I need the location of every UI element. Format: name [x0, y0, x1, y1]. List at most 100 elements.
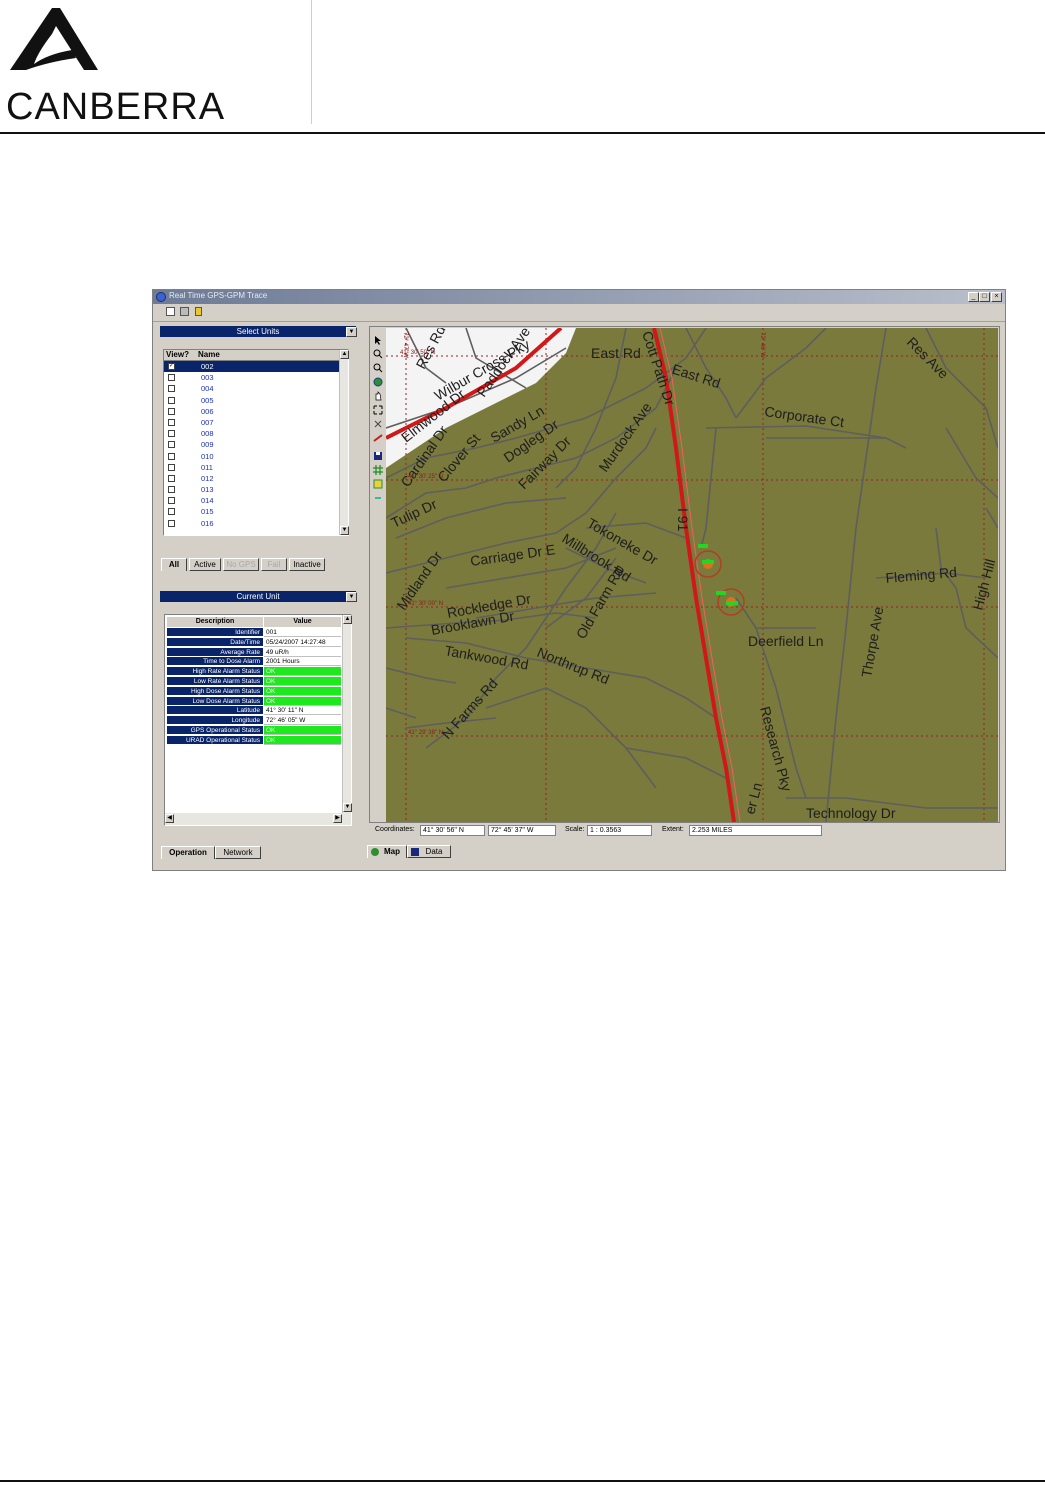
- unit-row[interactable]: 008: [164, 428, 339, 439]
- filter-tab-inactive[interactable]: Inactive: [289, 558, 325, 571]
- street-label: Technology Dr: [806, 805, 896, 821]
- unit-row[interactable]: 013: [164, 484, 339, 495]
- full-extent-icon[interactable]: [373, 416, 383, 428]
- unit-row[interactable]: ✓ 002: [164, 361, 339, 373]
- scroll-up-icon[interactable]: ▲: [343, 615, 352, 624]
- units-list[interactable]: View? Name ✓ 002 003 004 005 006 007 008 009 010 0…: [163, 349, 349, 536]
- scroll-left-icon[interactable]: ◀: [165, 814, 174, 823]
- refresh-icon[interactable]: [373, 490, 383, 500]
- unit-row[interactable]: 004: [164, 383, 339, 394]
- unit-view-checkbox[interactable]: [168, 374, 175, 382]
- map-toolstrip: [371, 328, 385, 822]
- footer-rule: [0, 1480, 1045, 1482]
- zoom-in-icon[interactable]: [373, 346, 383, 359]
- unit-row[interactable]: 005: [164, 395, 339, 406]
- tab-network[interactable]: Network: [215, 846, 261, 859]
- current-unit-hscroll[interactable]: ◀ ▶: [165, 813, 351, 825]
- unit-row[interactable]: 011: [164, 462, 339, 473]
- scroll-up-icon[interactable]: ▲: [340, 350, 349, 359]
- print-preview-icon[interactable]: [166, 307, 175, 316]
- extent-label: Extent:: [662, 826, 684, 833]
- scroll-down-icon[interactable]: ▼: [340, 526, 349, 535]
- unit-row[interactable]: 009: [164, 439, 339, 450]
- units-scrollbar[interactable]: ▲ ▼: [339, 350, 349, 535]
- property-row: High Dose Alarm Status OK: [167, 686, 342, 697]
- col-name[interactable]: Name: [198, 350, 220, 360]
- scroll-right-icon[interactable]: ▶: [333, 814, 342, 823]
- unit-view-checkbox[interactable]: [168, 497, 175, 505]
- unit-row[interactable]: 016: [164, 518, 339, 529]
- unit-view-checkbox[interactable]: [168, 519, 175, 527]
- longitude-readout: 72° 45' 37" W: [488, 825, 556, 836]
- unit-row[interactable]: 015: [164, 506, 339, 517]
- filter-tab-fail[interactable]: Fail: [261, 558, 287, 571]
- measure-icon[interactable]: [373, 430, 383, 442]
- current-unit-vscroll[interactable]: ▲ ▼: [342, 615, 352, 813]
- units-rows: ✓ 002 003 004 005 006 007 008 009 010 011 012 013 014…: [164, 361, 339, 529]
- map-canvas[interactable]: Res RdWilbur Cross PkyPaddock AveElmwood…: [386, 328, 998, 822]
- minimize-button[interactable]: _: [968, 292, 979, 302]
- property-value: 2001 Hours: [264, 657, 341, 667]
- unit-row[interactable]: 003: [164, 372, 339, 383]
- extent-icon[interactable]: [373, 402, 383, 415]
- property-value: 49 uR/h: [264, 647, 341, 657]
- filter-tab-active[interactable]: Active: [189, 558, 221, 571]
- map-status-bar: Coordinates: 41° 30' 56" N 72° 45' 37" W…: [369, 823, 1000, 839]
- property-description: Date/Time: [167, 637, 263, 647]
- unit-view-checkbox[interactable]: [168, 441, 175, 449]
- tab-map[interactable]: Map: [367, 845, 407, 858]
- unit-view-checkbox[interactable]: ✓: [168, 363, 175, 370]
- globe-icon[interactable]: [373, 374, 383, 387]
- coordinates-label: Coordinates:: [375, 826, 415, 833]
- zoom-out-icon[interactable]: [373, 360, 383, 373]
- unit-view-checkbox[interactable]: [168, 486, 175, 494]
- pan-icon[interactable]: [373, 388, 383, 401]
- unit-name: 009: [201, 440, 214, 450]
- unit-view-checkbox[interactable]: [168, 452, 175, 460]
- unit-name: 008: [201, 429, 214, 439]
- unit-view-checkbox[interactable]: [168, 430, 175, 438]
- device-icon[interactable]: [195, 307, 202, 316]
- layers-icon[interactable]: [373, 476, 383, 489]
- property-row: High Rate Alarm Status OK: [167, 667, 342, 677]
- property-value: 001: [264, 628, 341, 637]
- unit-row[interactable]: 007: [164, 417, 339, 428]
- unit-view-checkbox[interactable]: [168, 396, 175, 404]
- filter-tab-all[interactable]: All: [161, 558, 187, 571]
- current-unit-dropdown-icon[interactable]: ▼: [346, 592, 357, 602]
- col-view[interactable]: View?: [166, 350, 189, 360]
- property-description: Average Rate: [167, 647, 263, 657]
- property-description: Low Dose Alarm Status: [167, 696, 263, 706]
- select-units-dropdown-icon[interactable]: ▼: [346, 327, 357, 337]
- maximize-button[interactable]: □: [979, 292, 990, 302]
- close-button[interactable]: ×: [991, 292, 1002, 302]
- save-icon[interactable]: [373, 448, 383, 460]
- filter-tab-no-gps[interactable]: No GPS: [223, 558, 259, 571]
- unit-row[interactable]: 010: [164, 451, 339, 462]
- unit-row[interactable]: 012: [164, 473, 339, 484]
- property-description: URAD Operational Status: [167, 735, 263, 745]
- unit-view-checkbox[interactable]: [168, 474, 175, 482]
- pointer-icon[interactable]: [373, 332, 383, 345]
- unit-view-checkbox[interactable]: [168, 385, 175, 393]
- unit-view-checkbox[interactable]: [168, 407, 175, 415]
- tab-data[interactable]: Data: [407, 845, 451, 858]
- unit-row[interactable]: 006: [164, 406, 339, 417]
- unit-name: 006: [201, 406, 214, 416]
- grid-icon[interactable]: [373, 462, 383, 475]
- unit-view-checkbox[interactable]: [168, 508, 175, 516]
- unit-view-checkbox[interactable]: [168, 418, 175, 426]
- status-ok-value: OK: [264, 676, 341, 686]
- map-frame: Res Rd Wilbur Cross Pky Paddock Ave Elmwood…: [369, 326, 1000, 823]
- unit-view-checkbox[interactable]: [168, 463, 175, 471]
- grid-label: 41° 30' 00" N: [408, 601, 443, 607]
- property-description: Longitude: [167, 716, 263, 726]
- toolbar: [153, 304, 1005, 322]
- current-unit-columns: Description Value: [167, 617, 342, 627]
- scroll-down-icon[interactable]: ▼: [343, 803, 352, 812]
- title-bar[interactable]: Real Time GPS-GPM Trace _ □ ×: [153, 290, 1005, 304]
- tab-operation[interactable]: Operation: [161, 846, 215, 859]
- tab-label: Map: [384, 847, 400, 856]
- print-icon[interactable]: [180, 307, 189, 316]
- unit-row[interactable]: 014: [164, 495, 339, 506]
